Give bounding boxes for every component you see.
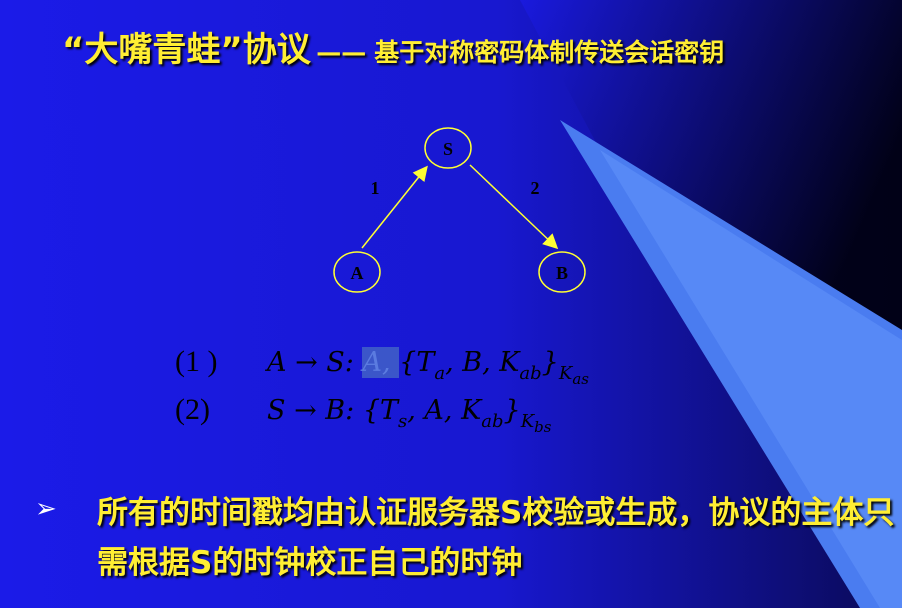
edge-label-1: 1 [371,178,380,198]
formula-1: (1 ) A → S: A, {Ta, B, Kab}Kas [175,345,589,388]
edge-s-to-b [469,164,559,250]
formula-1-key-k: K [558,363,573,384]
formula-2: (2) S → B: {Ts, A, Kab}Kbs [175,393,551,436]
formula-2-lhs: S → B: [267,395,363,426]
formula-1-close: } [541,347,559,378]
formula-2-key-k: K [520,411,535,432]
arrow-bullet-icon: ➢ [35,494,57,524]
node-b-label: B [556,263,568,283]
formula-2-sub-ab: ab [481,411,504,432]
formula-2-number: (2) [175,393,210,426]
formula-1-mid: , B, K [445,347,520,378]
formula-1-key: Kas [558,363,589,388]
edge-label-2: 2 [531,178,540,198]
formula-2-body: {T [362,395,398,426]
formula-2-close: } [503,395,521,426]
formula-1-number: (1 ) [175,345,218,378]
formula-1-lhs: A → S: [267,347,363,378]
formula-1-sub-ab: ab [519,363,542,384]
formula-2-key-sub: bs [534,418,552,436]
formula-2-sub-s: s [398,411,408,432]
formula-1-highlight: A, [362,347,400,378]
formula-1-key-sub: as [572,370,589,388]
formula-2-mid: , A, K [407,395,482,426]
node-a-label: A [351,263,364,283]
formula-1-sub-a: a [434,363,446,384]
bullet-text: 所有的时间戳均由认证服务器S校验或生成，协议的主体只需根据S的时钟校正自己的时钟 [97,495,895,581]
formula-1-body: {T [399,347,435,378]
formula-2-key: Kbs [520,411,552,436]
node-s-label: S [443,139,453,159]
